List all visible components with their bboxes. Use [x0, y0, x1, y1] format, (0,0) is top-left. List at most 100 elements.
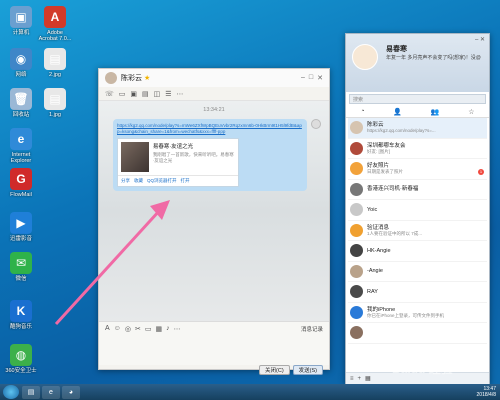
- minimize-icon[interactable]: –: [301, 74, 305, 82]
- font-icon[interactable]: A: [105, 325, 110, 332]
- scissors-icon[interactable]: ✂: [135, 325, 141, 333]
- system-tray-clock[interactable]: 13:47 2018/4/8: [477, 386, 500, 398]
- desktop-app-icon: ▤: [44, 88, 66, 110]
- card-action-open[interactable]: 打开: [181, 178, 190, 184]
- conversation-name: RAY: [367, 288, 378, 295]
- message-timestamp: 13:34:21: [203, 107, 225, 113]
- favorites-tab-icon[interactable]: ☆: [468, 108, 474, 116]
- start-button[interactable]: [3, 385, 19, 399]
- conversation-item[interactable]: 陈彩云 https://kg2.qq.com/node/play?s=...: [348, 118, 487, 139]
- mic-icon[interactable]: ♪: [166, 325, 170, 332]
- desktop-icon[interactable]: G FlowMail: [4, 168, 38, 198]
- card-action-share[interactable]: 分享: [121, 178, 130, 184]
- window-controls: – □ ✕: [301, 74, 323, 82]
- desktop-icon[interactable]: ▤ 2.jpg: [38, 48, 72, 78]
- desktop-app-icon: e: [10, 128, 32, 150]
- taskbar: ▤ e ◕ 13:47 2018/4/8: [0, 384, 500, 400]
- group-icon[interactable]: ☰: [165, 90, 171, 98]
- qq-minimize-icon[interactable]: –: [475, 37, 478, 43]
- chat-window: 陈彩云 ★ – □ ✕ ☏ ▭ ▣ ▤ ◫ ☰ ⋯ 13:34:21 https…: [98, 68, 330, 375]
- emoji-icon[interactable]: ☺: [114, 325, 121, 332]
- video-call-icon[interactable]: ▭: [119, 90, 126, 98]
- conversation-item[interactable]: 我的iPhone 你已在iPhone上登录，可传文件到手机: [348, 303, 487, 323]
- messages-tab-icon[interactable]: ◔: [360, 108, 364, 115]
- desktop-icon[interactable]: ◉ 网络: [4, 48, 38, 78]
- contact-avatar[interactable]: [105, 72, 117, 84]
- chat-header: 陈彩云 ★ – □ ✕: [99, 69, 329, 87]
- qq-search-input[interactable]: 搜索: [349, 94, 486, 104]
- more-icon[interactable]: ⋯: [177, 90, 184, 98]
- conversation-avatar: [350, 305, 363, 319]
- conversation-item[interactable]: Yoic: [348, 200, 487, 221]
- card-action-open-browser[interactable]: QQ浏览器打开: [147, 178, 177, 184]
- qq-nickname[interactable]: 易春寒: [386, 44, 407, 54]
- conversation-item[interactable]: [348, 323, 487, 344]
- remote-icon[interactable]: ◫: [154, 90, 161, 98]
- gif-icon[interactable]: ◎: [125, 325, 131, 333]
- message-history-button[interactable]: 消息记录: [301, 325, 323, 333]
- qq-signature[interactable]: 年复一年 多月亮声不会变了吗(想家)！没@: [386, 54, 486, 61]
- conversation-avatar: [350, 264, 363, 278]
- file-transfer-icon[interactable]: ▤: [142, 90, 149, 98]
- conversation-name: -Angie: [367, 268, 383, 275]
- conversation-preview: 1人要在验证中的所以 7成...: [367, 230, 423, 236]
- qq-menu-icon[interactable]: ≡: [350, 376, 354, 382]
- taskbar-ie-icon[interactable]: e: [42, 385, 60, 399]
- desktop-icon[interactable]: e Internet Explorer: [4, 128, 38, 164]
- conversation-item[interactable]: 好友照片 日期是发表了照片 1: [348, 159, 487, 180]
- qq-add-icon[interactable]: +: [358, 376, 362, 382]
- close-icon[interactable]: ✕: [317, 74, 323, 82]
- conversation-item[interactable]: 深圳都哪车友会 好友: [图片]: [348, 139, 487, 159]
- qq-close-icon[interactable]: ✕: [480, 37, 485, 43]
- conversation-name: 香港连兴司机·新春福: [367, 186, 419, 193]
- desktop-app-icon: ✉: [10, 252, 32, 274]
- desktop-icon[interactable]: 🗑 回收站: [4, 88, 38, 118]
- qq-apps-icon[interactable]: ▦: [365, 375, 371, 382]
- taskbar-qq-icon[interactable]: ◕: [62, 385, 80, 399]
- close-button[interactable]: 关闭(C): [259, 365, 290, 375]
- conversation-preview: 好友: [图片]: [367, 148, 391, 154]
- conversation-avatar: [350, 121, 363, 135]
- desktop-icon[interactable]: A Adobe Acrobat 7.0...: [38, 6, 72, 42]
- file-icon[interactable]: ▭: [145, 325, 152, 333]
- image-icon[interactable]: ▦: [155, 325, 162, 333]
- desktop-icon[interactable]: ◍ 360安全卫士: [4, 344, 38, 374]
- chat-footer: 关闭(C) 发送(S): [99, 365, 329, 377]
- groups-tab-icon[interactable]: 👥: [431, 108, 440, 116]
- desktop-icon-label: 1.jpg: [49, 112, 61, 118]
- qq-user-avatar[interactable]: [352, 44, 378, 70]
- card-title: 易春寒·友谊之光: [152, 144, 194, 150]
- contact-name[interactable]: 陈彩云: [121, 73, 142, 83]
- message-input[interactable]: [99, 335, 329, 365]
- conversation-item[interactable]: -Angie: [348, 262, 487, 282]
- desktop-icon[interactable]: ▣ 计算机: [4, 6, 38, 36]
- conversation-item[interactable]: 香港连兴司机·新春福: [348, 180, 487, 200]
- more-tools-icon[interactable]: ⋯: [174, 325, 181, 333]
- vip-star-icon: ★: [144, 75, 151, 82]
- conversation-item[interactable]: RAY: [348, 282, 487, 303]
- maximize-icon[interactable]: □: [309, 74, 313, 82]
- desktop-icon[interactable]: ▤ 1.jpg: [38, 88, 72, 118]
- voice-call-icon[interactable]: ☏: [105, 90, 114, 98]
- share-card[interactable]: 易春寒·友谊之光 我刚唱了一首新歌，快来听听吧。易春寒·友谊之光 分享 收藏 Q…: [117, 138, 239, 187]
- conversation-name: HK-Angie: [367, 247, 391, 254]
- chat-toolbar: ☏ ▭ ▣ ▤ ◫ ☰ ⋯: [99, 87, 329, 101]
- conversation-preview: 日期是发表了照片: [367, 169, 403, 175]
- message-link[interactable]: https://kg2.qq.com/node/play?s=mWe6ZXfWp…: [117, 123, 303, 134]
- screen-share-icon[interactable]: ▣: [130, 90, 137, 98]
- contacts-tab-icon[interactable]: 👤: [393, 108, 402, 116]
- desktop-icon[interactable]: ▶ 迅雷影音: [4, 212, 38, 242]
- desktop-app-icon: ▶: [10, 212, 32, 234]
- desktop-icon[interactable]: K 酷狗音乐: [4, 300, 38, 330]
- unread-badge: 1: [478, 169, 484, 175]
- desktop-icon-label: 360安全卫士: [5, 368, 37, 374]
- taskbar-folder-icon[interactable]: ▤: [22, 385, 40, 399]
- conversation-item[interactable]: HK-Angie: [348, 241, 487, 262]
- desktop-icon[interactable]: ✉ 微信: [4, 252, 38, 282]
- desktop-app-icon: ◍: [10, 344, 32, 366]
- card-action-favorite[interactable]: 收藏: [134, 178, 143, 184]
- conversation-name: Yoic: [367, 206, 378, 213]
- conversation-item[interactable]: 验证消息 1人要在验证中的所以 7成...: [348, 221, 487, 241]
- send-button[interactable]: 发送(S): [292, 365, 323, 375]
- peer-avatar[interactable]: [311, 119, 321, 129]
